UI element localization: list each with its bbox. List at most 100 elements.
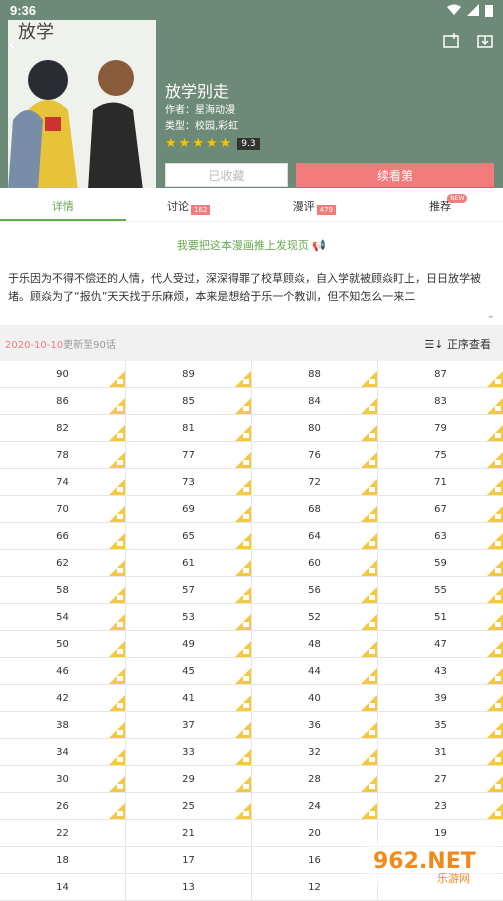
chapter-cell[interactable]: 37 xyxy=(126,712,252,738)
chapter-cell[interactable]: 44 xyxy=(252,658,378,684)
chapter-cell[interactable]: 43 xyxy=(378,658,503,684)
chapter-cell[interactable]: 51 xyxy=(378,604,503,630)
chapter-cell[interactable]: 39 xyxy=(378,685,503,711)
chapter-cell[interactable]: 75 xyxy=(378,442,503,468)
chapter-cell[interactable]: 74 xyxy=(0,469,126,495)
chapter-cell[interactable]: 78 xyxy=(0,442,126,468)
chapter-number: 42 xyxy=(56,693,69,704)
chapter-cell[interactable]: 86 xyxy=(0,388,126,414)
chapter-cell[interactable]: 40 xyxy=(252,685,378,711)
chapter-cell[interactable]: 16 xyxy=(252,847,378,873)
lock-icon xyxy=(235,425,251,441)
chapter-cell[interactable]: 33 xyxy=(126,739,252,765)
chapter-cell[interactable]: 64 xyxy=(252,523,378,549)
chapter-cell[interactable]: 79 xyxy=(378,415,503,441)
chapter-cell[interactable]: 38 xyxy=(0,712,126,738)
share-icon[interactable] xyxy=(443,32,459,48)
chapter-cell[interactable]: 59 xyxy=(378,550,503,576)
chapter-cell[interactable]: 82 xyxy=(0,415,126,441)
chapter-cell[interactable]: 47 xyxy=(378,631,503,657)
chapter-cell[interactable]: 72 xyxy=(252,469,378,495)
chapter-cell[interactable]: 53 xyxy=(126,604,252,630)
chapter-cell[interactable]: 90 xyxy=(0,361,126,387)
favorite-button[interactable]: 已收藏 xyxy=(165,163,288,187)
header-actions xyxy=(443,32,493,48)
chapter-cell[interactable]: 50 xyxy=(0,631,126,657)
chapter-number: 16 xyxy=(308,855,321,866)
chapter-cell[interactable]: 65 xyxy=(126,523,252,549)
chapter-cell[interactable]: 49 xyxy=(126,631,252,657)
tab-recommend[interactable]: 推荐NEW xyxy=(377,190,503,221)
chapter-cell[interactable]: 31 xyxy=(378,739,503,765)
chapter-cell[interactable]: 83 xyxy=(378,388,503,414)
chapter-cell[interactable]: 41 xyxy=(126,685,252,711)
chapter-cell[interactable]: 58 xyxy=(0,577,126,603)
chapter-cell[interactable]: 24 xyxy=(252,793,378,819)
chapter-cell[interactable]: 89 xyxy=(126,361,252,387)
chapter-cell[interactable]: 14 xyxy=(0,874,126,900)
chapter-cell[interactable]: 67 xyxy=(378,496,503,522)
chapter-cell[interactable]: 71 xyxy=(378,469,503,495)
chapter-cell[interactable]: 73 xyxy=(126,469,252,495)
continue-reading-button[interactable]: 续看第 xyxy=(296,163,494,187)
chapter-cell[interactable]: 77 xyxy=(126,442,252,468)
sort-button[interactable]: ☰↓ 正序查看 xyxy=(424,336,491,352)
tab-reviews[interactable]: 漫评479 xyxy=(252,190,378,221)
lock-icon xyxy=(235,398,251,414)
back-icon[interactable]: ‹ xyxy=(8,32,16,56)
chapter-cell[interactable]: 20 xyxy=(252,820,378,846)
chapter-cell[interactable]: 87 xyxy=(378,361,503,387)
chapter-cell[interactable]: 55 xyxy=(378,577,503,603)
chapter-cell[interactable]: 36 xyxy=(252,712,378,738)
chapter-cell[interactable]: 34 xyxy=(0,739,126,765)
chapter-cell[interactable]: 76 xyxy=(252,442,378,468)
chapter-cell[interactable]: 63 xyxy=(378,523,503,549)
chapter-cell[interactable]: 70 xyxy=(0,496,126,522)
chapter-cell[interactable]: 30 xyxy=(0,766,126,792)
chapter-cell[interactable]: 21 xyxy=(126,820,252,846)
chapter-cell[interactable]: 35 xyxy=(378,712,503,738)
chapter-cell[interactable]: 68 xyxy=(252,496,378,522)
chapter-cell[interactable]: 57 xyxy=(126,577,252,603)
lock-icon xyxy=(487,506,503,522)
chapter-cell[interactable]: 85 xyxy=(126,388,252,414)
chapter-cell[interactable]: 25 xyxy=(126,793,252,819)
chapter-cell[interactable]: 60 xyxy=(252,550,378,576)
chapter-cell[interactable]: 22 xyxy=(0,820,126,846)
chapter-cell[interactable]: 66 xyxy=(0,523,126,549)
chapter-cell[interactable]: 62 xyxy=(0,550,126,576)
chapter-cell[interactable]: 61 xyxy=(126,550,252,576)
chapter-cell[interactable]: 12 xyxy=(252,874,378,900)
chapter-cell[interactable]: 81 xyxy=(126,415,252,441)
comic-cover: 放学 xyxy=(8,20,156,188)
chapter-cell[interactable]: 84 xyxy=(252,388,378,414)
tab-details[interactable]: 详情 xyxy=(0,190,126,221)
chapter-cell[interactable]: 69 xyxy=(126,496,252,522)
chapter-cell[interactable]: 26 xyxy=(0,793,126,819)
chapter-cell[interactable]: 28 xyxy=(252,766,378,792)
chapter-cell[interactable]: 88 xyxy=(252,361,378,387)
chapter-cell[interactable]: 54 xyxy=(0,604,126,630)
chapter-cell[interactable]: 46 xyxy=(0,658,126,684)
chapter-number: 81 xyxy=(182,423,195,434)
chapter-cell[interactable]: 32 xyxy=(252,739,378,765)
lock-icon xyxy=(235,803,251,819)
chapter-cell[interactable]: 48 xyxy=(252,631,378,657)
chapter-cell[interactable]: 23 xyxy=(378,793,503,819)
promo-link[interactable]: 我要把这本漫画推上发现页 📢 xyxy=(0,232,503,260)
download-icon[interactable] xyxy=(477,32,493,48)
expand-chevron-icon[interactable]: ⌄ xyxy=(487,310,495,321)
chapter-number: 33 xyxy=(182,747,195,758)
chapter-cell[interactable]: 56 xyxy=(252,577,378,603)
chapter-cell[interactable]: 29 xyxy=(126,766,252,792)
tab-discussion[interactable]: 讨论162 xyxy=(126,190,252,221)
chapter-cell[interactable]: 80 xyxy=(252,415,378,441)
chapter-cell[interactable]: 42 xyxy=(0,685,126,711)
chapter-cell[interactable]: 27 xyxy=(378,766,503,792)
chapter-cell[interactable]: 52 xyxy=(252,604,378,630)
chapter-cell[interactable]: 13 xyxy=(126,874,252,900)
chapter-row: 74737271 xyxy=(0,469,503,496)
chapter-cell[interactable]: 18 xyxy=(0,847,126,873)
chapter-cell[interactable]: 45 xyxy=(126,658,252,684)
chapter-cell[interactable]: 17 xyxy=(126,847,252,873)
